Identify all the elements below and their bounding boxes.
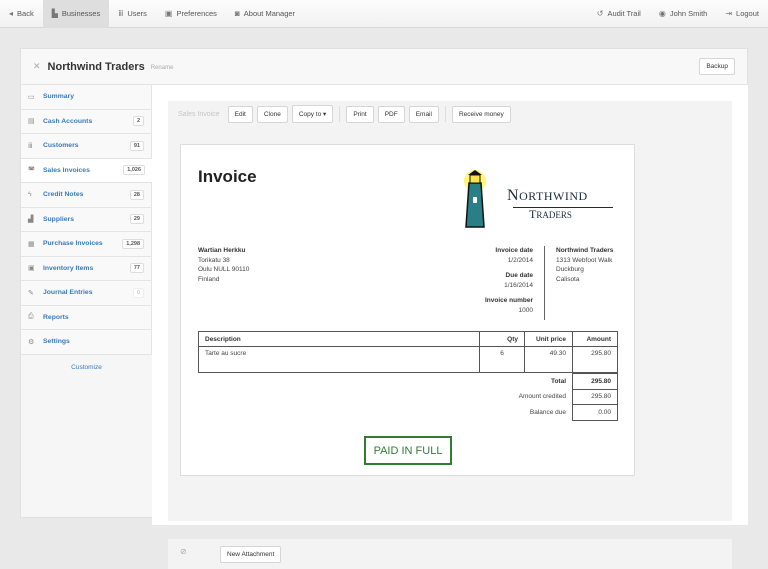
invoice-document: Invoice NORTHWIND TRADERS Wartian Herkku (180, 144, 635, 476)
copy-to-button[interactable]: Copy to ▾ (291, 105, 334, 123)
rename-link[interactable]: Rename (151, 65, 174, 71)
table-row: Tarte au sucre 6 49.30 295.80 (198, 346, 618, 373)
nav-about[interactable]: ◙ About Manager (226, 0, 304, 28)
gear-icon: ⚙ (28, 338, 35, 346)
amount-credited-value: 295.80 (572, 388, 618, 405)
divider (339, 106, 341, 122)
back-link[interactable]: ◂ Back (0, 0, 43, 28)
paperclip-icon: ⊘ (180, 547, 187, 556)
divider (444, 106, 446, 122)
line-items-table: Description Qty Unit price Amount Tarte … (198, 331, 618, 373)
count-badge: 91 (129, 140, 144, 151)
sidebar-item-summary[interactable]: ▭ Summary (21, 85, 152, 110)
count-badge: 1,026 (123, 165, 145, 176)
sidebar-item-inventory-items[interactable]: ▣ Inventory Items 77 (21, 256, 152, 281)
invoice-number: 1000 (518, 306, 533, 314)
nav-preferences[interactable]: ▣ Preferences (156, 0, 226, 28)
printer-icon: ⎙ (28, 313, 34, 321)
sidebar-item-purchase-invoices[interactable]: ▦ Purchase Invoices 1,298 (21, 232, 152, 257)
about-icon: ◙ (234, 9, 240, 18)
cash-icon: ▤ (28, 118, 35, 126)
total-value: 295.80 (572, 373, 618, 390)
business-header: ✕ Northwind Traders Rename Backup (21, 49, 747, 85)
lighthouse-icon (464, 170, 486, 228)
business-panel: ✕ Northwind Traders Rename Backup ▭ Summa… (20, 48, 748, 569)
top-nav: ◂ Back ▙ Businesses ⅲ Users ▣ Preferences ◙ A… (0, 0, 768, 28)
sidebar-item-settings[interactable]: ⚙ Settings (21, 330, 152, 355)
count-badge: 2 (132, 116, 144, 127)
customize-link[interactable]: Customize (21, 364, 152, 371)
sidebar: ▭ Summary ▤ Cash Accounts 2 ⅲ Customers 91 ◚ S… (21, 85, 152, 371)
business-title: Northwind Traders (47, 60, 145, 73)
logout-icon: ⇥ (725, 9, 733, 18)
factory-icon: ▟ (28, 216, 34, 224)
clone-button[interactable]: Clone (256, 105, 288, 123)
invoice-toolbar: Sales Invoice Edit Clone Copy to ▾ Print… (178, 105, 511, 123)
count-badge: 29 (129, 214, 144, 225)
backup-button[interactable]: Backup (699, 58, 735, 75)
history-icon: ↺ (596, 9, 604, 18)
sidebar-item-cash-accounts[interactable]: ▤ Cash Accounts 2 (21, 109, 152, 134)
sidebar-item-customers[interactable]: ⅲ Customers 91 (21, 134, 152, 159)
divider (544, 246, 545, 320)
email-button[interactable]: Email (408, 105, 439, 123)
count-badge: 28 (129, 189, 144, 200)
close-icon[interactable]: ✕ (33, 61, 41, 72)
totals-table: Total 295.80 Amount credited 295.80 Balanc… (198, 373, 618, 421)
nav-logout[interactable]: ⇥ Logout (716, 0, 768, 28)
company-logo: NORTHWIND TRADERS (455, 169, 617, 231)
invoice-view: Sales Invoice Edit Clone Copy to ▾ Print… (168, 101, 732, 521)
monitor-icon: ▭ (28, 93, 35, 101)
businesses-icon: ▙ (51, 9, 58, 18)
print-button[interactable]: Print (346, 105, 374, 123)
users-icon: ⅲ (118, 9, 124, 18)
paid-stamp: PAID IN FULL (364, 436, 452, 465)
sidebar-item-reports[interactable]: ⎙ Reports (21, 305, 152, 330)
edit-button[interactable]: Edit (227, 105, 253, 123)
box-icon: ▣ (28, 265, 35, 273)
nav-users[interactable]: ⅲ Users (109, 0, 156, 28)
new-attachment-button[interactable]: New Attachment (220, 546, 282, 563)
logo-wordmark: NORTHWIND (507, 187, 588, 204)
sidebar-item-sales-invoices[interactable]: ◚ Sales Invoices 1,026 (21, 158, 152, 183)
pen-icon: ✎ (28, 289, 34, 297)
company-address: Northwind Traders 1313 Webfoot Walk Duck… (556, 247, 614, 283)
invoice-date: 1/2/2014 (507, 256, 533, 264)
attachments-bar: ⊘ New Attachment (168, 539, 732, 569)
nav-audit-trail[interactable]: ↺ Audit Trail (588, 0, 650, 28)
lightning-icon: ϟ (28, 191, 32, 199)
invoice-meta: Invoice date 1/2/2014 Due date 1/16/2014… (451, 246, 533, 316)
preferences-icon: ▣ (164, 9, 173, 18)
nav-user[interactable]: ◉ John Smith (650, 0, 717, 28)
receive-money-button[interactable]: Receive money (451, 105, 511, 123)
customers-icon: ⅲ (28, 142, 33, 150)
sidebar-item-suppliers[interactable]: ▟ Suppliers 29 (21, 207, 152, 232)
caret-down-icon: ▾ (323, 111, 327, 118)
main-content: Sales Invoice Edit Clone Copy to ▾ Print… (152, 85, 748, 569)
nav-businesses[interactable]: ▙ Businesses (42, 0, 110, 28)
back-arrow-icon: ◂ (9, 9, 14, 18)
pdf-button[interactable]: PDF (377, 105, 405, 123)
sidebar-item-credit-notes[interactable]: ϟ Credit Notes 28 (21, 183, 152, 208)
invoice-title: Invoice (198, 167, 257, 186)
customer-address: Wartian Herkku Torikatu 38 Oulu NULL 901… (198, 247, 250, 283)
calendar-icon: ▦ (28, 240, 35, 248)
count-badge: 77 (129, 263, 144, 274)
logo-wordmark-2: TRADERS (529, 207, 572, 221)
toolbar-label: Sales Invoice (178, 110, 220, 118)
sidebar-item-journal-entries[interactable]: ✎ Journal Entries 0 (21, 281, 152, 306)
balance-due-value: 0.00 (572, 404, 618, 421)
count-badge: 0 (132, 287, 144, 298)
user-icon: ◉ (658, 9, 666, 18)
count-badge: 1,298 (122, 238, 144, 249)
due-date: 1/16/2014 (504, 281, 533, 289)
inbox-icon: ◚ (28, 167, 35, 175)
